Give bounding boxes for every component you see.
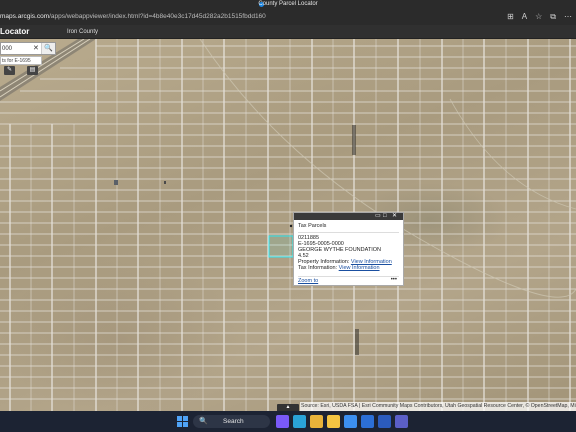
taskbar-apps bbox=[276, 415, 408, 428]
search-suggestion[interactable]: ts for E-1695 bbox=[0, 56, 42, 65]
popup-header: ▭ □ ✕ bbox=[294, 213, 403, 220]
url-text[interactable]: maps.arcgis.com/apps/webappviewer/index.… bbox=[0, 12, 266, 22]
minimize-icon[interactable]: ▭ bbox=[375, 212, 381, 220]
word-icon[interactable] bbox=[378, 415, 391, 428]
parcel-owner: GEORGE WYTHE FOUNDATION bbox=[298, 247, 382, 253]
star-icon[interactable]: ☆ bbox=[535, 12, 542, 22]
edge-icon[interactable] bbox=[293, 415, 306, 428]
clear-icon[interactable]: ✕ bbox=[33, 44, 39, 54]
attribution-toggle[interactable]: ▲ bbox=[277, 404, 299, 411]
app-subtitle: Iron County bbox=[67, 29, 99, 35]
url-path: /apps/webappviewer/index.html?id=4b8e40e… bbox=[49, 13, 266, 20]
layers-tool-icon[interactable]: ▤ bbox=[27, 66, 38, 75]
maximize-icon[interactable]: □ bbox=[383, 212, 387, 220]
info-popup: ▭ □ ✕ Tax Parcels 0211885 E-1695-0005-00… bbox=[293, 212, 404, 286]
more-icon[interactable]: ⋯ bbox=[564, 12, 572, 22]
taskbar-search-label: Search bbox=[223, 418, 244, 425]
road-marker-lower bbox=[355, 329, 359, 355]
more-options-icon[interactable]: ••• bbox=[391, 277, 397, 284]
grid-icon[interactable]: ⊞ bbox=[507, 12, 514, 22]
edit-tool-icon[interactable]: ✎ bbox=[4, 66, 15, 75]
popup-title: Tax Parcels bbox=[298, 223, 327, 229]
popup-divider bbox=[298, 232, 399, 233]
parcel-lines-horizontal bbox=[0, 45, 576, 400]
taskbar: 🔍 Search bbox=[0, 411, 576, 432]
store-icon[interactable] bbox=[344, 415, 357, 428]
search-icon: 🔍 bbox=[199, 418, 208, 425]
taskbar-search[interactable]: 🔍 Search bbox=[193, 415, 270, 428]
tax-info-link[interactable]: View Information bbox=[339, 265, 380, 271]
tax-info-row: Tax Information: View Information bbox=[298, 265, 380, 271]
widgets-icon[interactable] bbox=[276, 415, 289, 428]
address-bar[interactable]: maps.arcgis.com/apps/webappviewer/index.… bbox=[0, 9, 576, 25]
search-button[interactable]: 🔍 bbox=[41, 43, 55, 54]
tab-title: County Parcel Locator bbox=[258, 1, 318, 7]
selected-parcel[interactable] bbox=[268, 235, 294, 258]
chrome-icon[interactable] bbox=[310, 415, 323, 428]
zoom-to-link[interactable]: Zoom to bbox=[298, 278, 318, 285]
map-view[interactable] bbox=[0, 39, 576, 411]
structure-1 bbox=[114, 180, 118, 185]
browser-toolbar-icons: ⊞ A ☆ ⧉ ⋯ bbox=[507, 12, 572, 22]
parcel-grid bbox=[0, 39, 576, 411]
mail-icon[interactable] bbox=[361, 415, 374, 428]
structure-2 bbox=[164, 181, 166, 184]
windows-start-icon[interactable] bbox=[177, 416, 188, 427]
road-marker-upper bbox=[352, 125, 356, 155]
app-title: Locator bbox=[0, 27, 30, 36]
search-input[interactable]: 000 bbox=[2, 44, 12, 54]
browser-title-bar: County Parcel Locator bbox=[0, 0, 576, 9]
app-header: Locator Iron County bbox=[0, 25, 576, 39]
search-widget[interactable]: 000 ✕ 🔍 bbox=[0, 42, 56, 55]
close-icon[interactable]: ✕ bbox=[392, 212, 397, 220]
tax-info-label: Tax Information: bbox=[298, 265, 338, 271]
dirt-road-2 bbox=[449, 98, 576, 210]
teams-icon[interactable] bbox=[395, 415, 408, 428]
popup-divider-bottom bbox=[298, 276, 399, 277]
url-host: maps.arcgis.com bbox=[0, 13, 50, 20]
reader-icon[interactable]: A bbox=[522, 12, 527, 22]
collections-icon[interactable]: ⧉ bbox=[550, 12, 556, 22]
parcel-point bbox=[289, 224, 293, 228]
files-icon[interactable] bbox=[327, 415, 340, 428]
map-attribution: Source: Esri, USDA FSA | Esri Community … bbox=[300, 402, 576, 411]
